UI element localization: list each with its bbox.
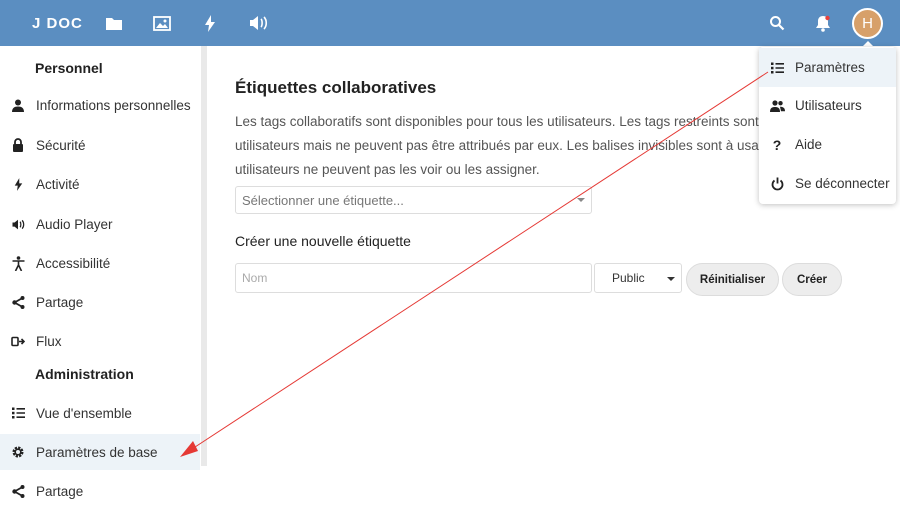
folder-icon[interactable] (104, 13, 124, 33)
bolt-icon (0, 166, 36, 202)
reset-button[interactable]: Réinitialiser (686, 263, 779, 296)
chevron-down-icon (577, 198, 585, 202)
page-title: Étiquettes collaboratives (235, 78, 437, 97)
sidebar-item-label: Partage (36, 294, 84, 310)
search-icon[interactable] (767, 13, 787, 33)
sidebar-item-sharing[interactable]: Partage (0, 284, 200, 320)
create-button[interactable]: Créer (782, 263, 842, 296)
create-tag-heading: Créer une nouvelle étiquette (235, 233, 411, 249)
image-icon[interactable] (152, 13, 172, 33)
sidebar-item-label: Audio Player (36, 216, 113, 232)
sidebar-item-activity[interactable]: Activité (0, 166, 200, 202)
sidebar-item-personal-info[interactable]: Informations personnelles (0, 87, 200, 123)
page-description: Les tags collaboratifs sont disponibles … (235, 114, 774, 177)
chevron-down-icon (667, 277, 675, 281)
menu-item-label: Se déconnecter (795, 176, 890, 191)
share-icon (0, 284, 36, 320)
sidebar-item-label: Accessibilité (36, 255, 111, 271)
user-menu: Paramètres Utilisateurs ? Aide Se déconn… (759, 47, 896, 204)
section-heading-admin: Administration (35, 366, 134, 382)
list-icon (0, 395, 36, 431)
power-icon (759, 177, 795, 191)
menu-item-settings[interactable]: Paramètres (759, 48, 896, 87)
menu-item-label: Utilisateurs (795, 98, 862, 113)
sidebar-item-overview[interactable]: Vue d'ensemble (0, 395, 200, 431)
sidebar-item-label: Flux (36, 333, 62, 349)
section-heading-personal: Personnel (35, 60, 103, 76)
sidebar-item-label: Partage (36, 483, 84, 499)
sidebar-item-label: Sécurité (36, 137, 86, 153)
menu-item-label: Paramètres (795, 60, 865, 75)
menu-item-help[interactable]: ? Aide (759, 125, 896, 164)
avatar[interactable]: H (852, 8, 883, 39)
sidebar-item-label: Vue d'ensemble (36, 405, 132, 421)
list-icon (759, 62, 795, 74)
share-icon (0, 473, 36, 507)
menu-item-label: Aide (795, 137, 823, 152)
sidebar-item-security[interactable]: Sécurité (0, 127, 200, 163)
sidebar-item-audio-player[interactable]: Audio Player (0, 206, 200, 242)
tag-select-placeholder: Sélectionner une étiquette... (242, 192, 404, 208)
volume-icon[interactable] (248, 13, 268, 33)
sidebar-item-label: Activité (36, 176, 80, 192)
lock-icon (0, 127, 36, 163)
gear-icon (0, 434, 36, 470)
visibility-select[interactable]: Public (594, 263, 682, 293)
help-icon: ? (772, 136, 782, 153)
bell-icon[interactable] (813, 13, 833, 33)
sidebar-item-basic-settings[interactable]: Paramètres de base (0, 434, 200, 470)
sidebar: Personnel Informations personnelles Sécu… (0, 46, 200, 507)
visibility-value: Public (612, 271, 645, 285)
sidebar-item-label: Paramètres de base (36, 444, 158, 460)
app-logo[interactable]: J DOC (32, 15, 83, 32)
sidebar-scrollbar[interactable] (201, 46, 207, 466)
sidebar-item-accessibility[interactable]: Accessibilité (0, 245, 200, 281)
tag-name-input[interactable] (235, 263, 592, 293)
volume-icon (0, 206, 36, 242)
menu-item-users[interactable]: Utilisateurs (759, 86, 896, 125)
top-bar: J DOC H (0, 0, 900, 47)
bolt-icon[interactable] (200, 13, 220, 33)
feed-icon (0, 323, 36, 359)
tag-select[interactable]: Sélectionner une étiquette... (235, 186, 592, 214)
accessibility-icon (0, 245, 36, 281)
menu-item-logout[interactable]: Se déconnecter (759, 164, 896, 203)
person-icon (0, 87, 36, 123)
sidebar-item-label: Informations personnelles (36, 97, 191, 113)
users-icon (759, 99, 795, 112)
sidebar-item-admin-sharing[interactable]: Partage (0, 473, 200, 507)
sidebar-item-feed[interactable]: Flux (0, 323, 200, 359)
